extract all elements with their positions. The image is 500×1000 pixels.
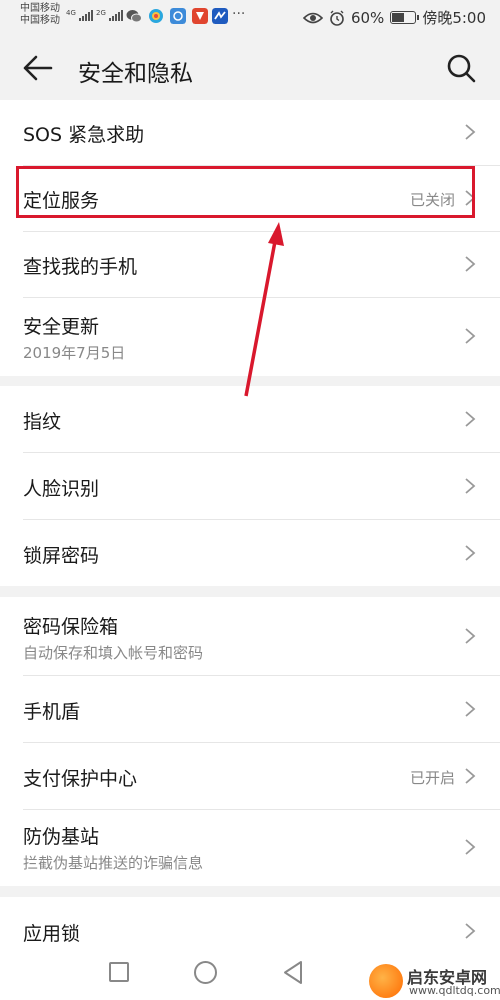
more-notifications: ··· xyxy=(232,6,246,22)
app-red-icon xyxy=(192,8,208,24)
settings-group-3: 密码保险箱 自动保存和填入帐号和密码 手机盾 支付保护中心 已开启 防伪基站 拦… xyxy=(0,597,500,886)
chevron-right-icon xyxy=(465,411,476,427)
chevron-right-icon xyxy=(465,124,476,140)
carrier-1: 中国移动 xyxy=(20,3,60,14)
row-status-value: 已开启 xyxy=(409,769,455,787)
row-label: 支付保护中心 xyxy=(23,768,138,790)
search-icon[interactable] xyxy=(445,52,477,84)
row-security-update[interactable]: 安全更新 2019年7月5日 xyxy=(0,298,500,376)
row-label: SOS 紧急求助 xyxy=(23,124,145,146)
chevron-right-icon xyxy=(465,923,476,939)
row-label: 防伪基站 xyxy=(23,826,100,848)
alarm-icon xyxy=(330,10,344,26)
watermark-url: www.qdltdq.com xyxy=(409,984,500,997)
nav-back-icon[interactable] xyxy=(282,960,304,985)
signal-1-icon: 4G xyxy=(66,9,93,21)
watermark-logo-icon xyxy=(369,964,403,998)
battery-percent: 60% xyxy=(350,8,385,27)
chevron-right-icon xyxy=(465,628,476,644)
browser-icon xyxy=(149,9,163,23)
row-label: 锁屏密码 xyxy=(23,545,100,567)
annotation-highlight-box xyxy=(16,166,475,218)
row-fingerprint[interactable]: 指纹 xyxy=(0,386,500,452)
row-label: 应用锁 xyxy=(23,923,81,945)
row-lock-screen-password[interactable]: 锁屏密码 xyxy=(0,520,500,586)
signal-2-icon: 2G xyxy=(96,9,123,21)
app-header: 安全和隐私 xyxy=(0,36,500,100)
app-navy-icon xyxy=(212,8,228,24)
settings-group-2: 指纹 人脸识别 锁屏密码 xyxy=(0,386,500,586)
eye-comfort-icon xyxy=(302,12,323,23)
app-blue-icon xyxy=(170,8,186,24)
status-bar: 中国移动 中国移动 4G 2G ··· 60% 傍晚5:00 xyxy=(0,0,500,36)
back-arrow-icon[interactable] xyxy=(22,54,54,82)
row-password-vault[interactable]: 密码保险箱 自动保存和填入帐号和密码 xyxy=(0,597,500,675)
row-label: 密码保险箱 xyxy=(23,616,119,638)
row-label: 安全更新 xyxy=(23,316,100,338)
row-anti-fake-base-station[interactable]: 防伪基站 拦截伪基站推送的诈骗信息 xyxy=(0,810,500,886)
chevron-right-icon xyxy=(465,256,476,272)
row-subtitle: 拦截伪基站推送的诈骗信息 xyxy=(23,854,204,872)
chevron-right-icon xyxy=(465,545,476,561)
status-right: 60% 傍晚5:00 xyxy=(302,7,486,28)
chevron-right-icon xyxy=(465,839,476,855)
row-label: 手机盾 xyxy=(23,701,81,723)
row-label: 指纹 xyxy=(23,411,62,433)
chevron-right-icon xyxy=(465,328,476,344)
row-label: 查找我的手机 xyxy=(23,256,138,278)
row-payment-protection[interactable]: 支付保护中心 已开启 xyxy=(0,743,500,809)
chevron-right-icon xyxy=(465,768,476,784)
row-phone-shield[interactable]: 手机盾 xyxy=(0,676,500,742)
clock: 傍晚5:00 xyxy=(422,9,486,27)
row-face-recognition[interactable]: 人脸识别 xyxy=(0,453,500,519)
watermark: 启东安卓网 www.qdltdq.com xyxy=(365,962,500,1000)
carrier-2: 中国移动 xyxy=(20,15,60,26)
recent-apps-icon[interactable] xyxy=(109,962,129,982)
row-find-my-phone[interactable]: 查找我的手机 xyxy=(0,232,500,297)
row-subtitle: 自动保存和填入帐号和密码 xyxy=(23,644,204,662)
battery-icon xyxy=(390,11,420,24)
chevron-right-icon xyxy=(465,701,476,717)
row-subtitle: 2019年7月5日 xyxy=(23,344,126,362)
page-title: 安全和隐私 xyxy=(78,61,193,87)
settings-group-1: SOS 紧急求助 定位服务 已关闭 查找我的手机 安全更新 2019年7月5日 xyxy=(0,100,500,376)
row-label: 人脸识别 xyxy=(23,478,100,500)
chevron-right-icon xyxy=(465,478,476,494)
row-sos[interactable]: SOS 紧急求助 xyxy=(0,100,500,165)
wechat-icon xyxy=(126,10,142,23)
home-icon[interactable] xyxy=(194,961,217,984)
carrier-labels: 中国移动 中国移动 xyxy=(20,3,60,27)
